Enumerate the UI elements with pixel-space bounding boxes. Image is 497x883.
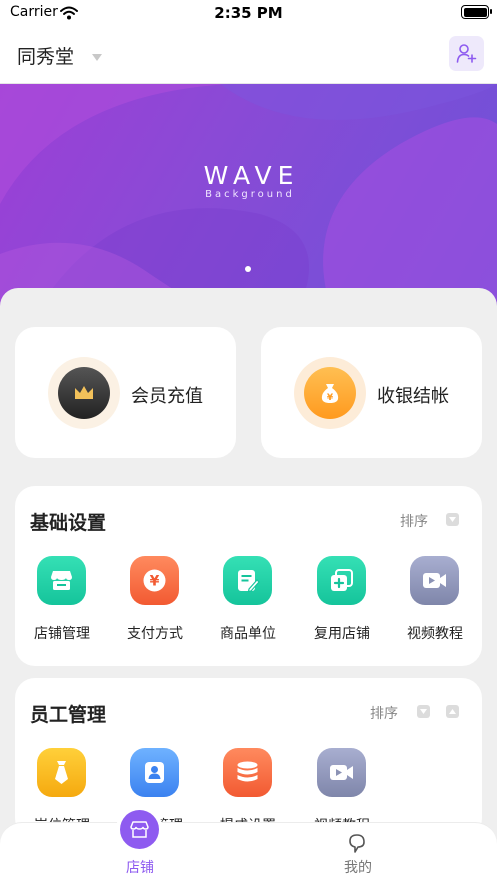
- store-name-title[interactable]: 同秀堂: [17, 42, 74, 69]
- member-recharge-card[interactable]: 会员充值: [15, 327, 236, 458]
- grid-item-store-management[interactable]: 店铺管理: [15, 556, 109, 642]
- main-content: 会员充值 ¥ 收银结帐 基础设置 排序 店铺管理 ¥ 支付方式 商品单位 复用店…: [0, 288, 497, 883]
- sort-button[interactable]: 排序: [370, 703, 398, 723]
- tie-icon: [37, 748, 86, 797]
- member-recharge-label: 会员充值: [131, 386, 203, 407]
- grid-item-video-tutorial[interactable]: 视频教程: [388, 556, 482, 642]
- staff-management-section: 员工管理 排序 岗位管理 员: [15, 678, 482, 838]
- tab-mine-label: 我的: [344, 860, 372, 876]
- icon-halo: ¥: [294, 357, 366, 429]
- staff-management-title: 员工管理: [30, 704, 107, 726]
- promo-banner[interactable]: WAVE Background: [0, 84, 497, 306]
- money-bag-icon: ¥: [304, 367, 356, 419]
- grid-item-label: 商品单位: [220, 626, 276, 642]
- grid-item-label: 视频教程: [407, 626, 463, 642]
- basic-settings-section: 基础设置 排序 店铺管理 ¥ 支付方式 商品单位 复用店铺 视频教程: [15, 486, 482, 666]
- add-user-icon: [456, 44, 477, 63]
- storefront-icon: [37, 556, 86, 605]
- checkout-label: 收银结帐: [377, 386, 449, 407]
- yen-icon: ¥: [130, 556, 179, 605]
- sort-button[interactable]: 排序: [400, 511, 428, 531]
- grid-item-label: 复用店铺: [314, 626, 370, 642]
- video-icon: [410, 556, 459, 605]
- store-icon[interactable]: [120, 810, 159, 849]
- crown-icon: [58, 367, 110, 419]
- add-user-button[interactable]: [449, 36, 484, 71]
- video-icon: [317, 748, 366, 797]
- grid-item-reuse-store[interactable]: 复用店铺: [295, 556, 389, 642]
- profile-icon: [347, 833, 367, 859]
- nav-bar: 同秀堂: [0, 26, 497, 84]
- sort-up-icon[interactable]: [446, 705, 459, 718]
- status-bar: Carrier 2:35 PM: [0, 0, 497, 26]
- grid-item-product-units[interactable]: 商品单位: [201, 556, 295, 642]
- svg-text:¥: ¥: [327, 393, 334, 403]
- person-icon: [130, 748, 179, 797]
- grid-item-label: 支付方式: [127, 626, 183, 642]
- grid-item-label: 店铺管理: [34, 626, 90, 642]
- banner-subtitle: Background: [205, 189, 295, 200]
- clock: 2:35 PM: [214, 4, 283, 22]
- dropdown-caret-icon[interactable]: [91, 48, 103, 67]
- banner-title: WAVE: [203, 161, 300, 190]
- basic-settings-title: 基础设置: [30, 512, 107, 534]
- sort-down-icon[interactable]: [446, 513, 459, 526]
- tab-mine[interactable]: 我的: [298, 823, 418, 883]
- battery-icon: [461, 5, 492, 19]
- svg-text:¥: ¥: [150, 574, 160, 590]
- tab-store-label: 店铺: [126, 860, 154, 876]
- icon-halo: [48, 357, 120, 429]
- checkout-card[interactable]: ¥ 收银结帐: [261, 327, 482, 458]
- tab-bar: 店铺 我的: [0, 822, 497, 883]
- coin-stack-icon: [223, 748, 272, 797]
- carousel-indicator: [245, 266, 251, 272]
- grid-item-payment-methods[interactable]: ¥ 支付方式: [108, 556, 202, 642]
- edit-document-icon: [223, 556, 272, 605]
- copy-add-icon: [317, 556, 366, 605]
- sort-down-icon[interactable]: [417, 705, 430, 718]
